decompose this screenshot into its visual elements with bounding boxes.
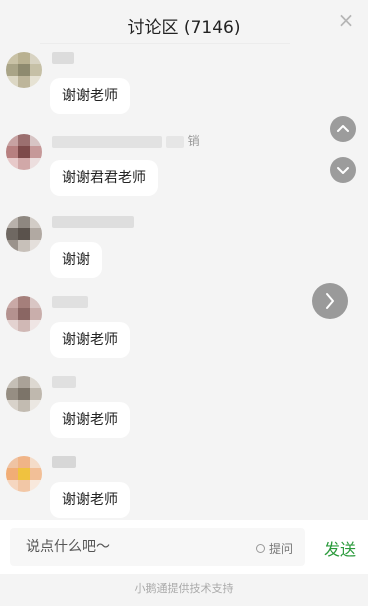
next-button[interactable] [312, 283, 348, 319]
message-bubble: 谢谢 [50, 242, 102, 278]
scroll-up-button[interactable] [330, 116, 356, 142]
user-name [52, 374, 76, 390]
message-bubble: 谢谢君君老师 [50, 160, 158, 196]
footer-credit: 小鹅通提供技术支持 [0, 574, 368, 606]
avatar [6, 456, 42, 492]
avatar [6, 52, 42, 88]
message-list[interactable]: 谢谢老师 销 谢谢君君老师 谢谢 谢谢老师 谢谢老师 谢谢老师 [0, 44, 368, 518]
message-bubble: 谢谢老师 [50, 482, 130, 518]
composer: 提问 发送 [0, 520, 368, 574]
header: 讨论区 (7146) × [0, 0, 368, 44]
avatar [6, 216, 42, 252]
ask-label: 提问 [269, 541, 294, 556]
message-bubble: 谢谢老师 [50, 322, 130, 358]
user-name [52, 50, 74, 66]
avatar [6, 296, 42, 332]
scroll-down-button[interactable] [330, 157, 356, 183]
chevron-down-icon [337, 167, 349, 174]
user-name: 销 [52, 132, 200, 148]
close-icon[interactable]: × [334, 8, 358, 32]
user-name [52, 454, 76, 470]
avatar [6, 376, 42, 412]
send-button[interactable]: 发送 [324, 536, 356, 560]
page-title: 讨论区 (7146) [127, 18, 241, 38]
user-name [52, 294, 88, 310]
radio-icon[interactable] [256, 543, 265, 553]
user-name [52, 214, 134, 230]
ask-question-toggle[interactable]: 提问 [256, 540, 293, 556]
message-bubble: 谢谢老师 [50, 402, 130, 438]
avatar [6, 134, 42, 170]
chevron-right-icon [326, 293, 334, 309]
message-bubble: 谢谢老师 [50, 78, 130, 114]
chevron-up-icon [337, 125, 349, 132]
